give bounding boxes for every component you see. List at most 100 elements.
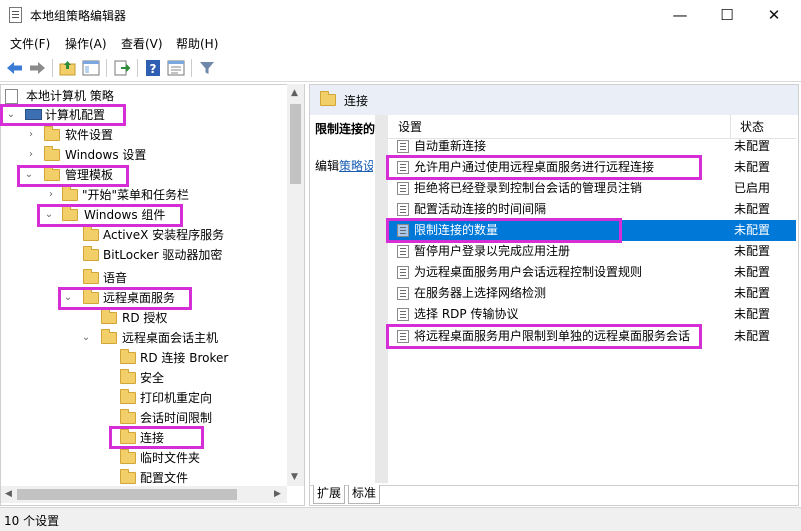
policy-row[interactable]: 配置活动连接的时间间隔 未配置 <box>388 199 796 220</box>
policy-doc-icon <box>5 89 18 104</box>
menu-file[interactable]: 文件(F) <box>10 35 50 52</box>
folder-icon <box>120 369 136 384</box>
highlight-box <box>17 165 129 187</box>
scroll-thumb[interactable] <box>17 489 237 500</box>
policy-row[interactable]: 拒绝将已经登录到控制台会话的管理员注销 已启用 <box>388 178 796 199</box>
chevron-right-icon[interactable]: › <box>25 125 37 145</box>
policy-name: 拒绝将已经登录到控制台会话的管理员注销 <box>414 181 643 195</box>
folder-up-icon[interactable] <box>58 58 78 78</box>
policy-row[interactable]: 自动重新连接 未配置 <box>388 136 796 157</box>
tree-label: 本地计算机 策略 <box>26 89 114 103</box>
highlight-box <box>109 426 204 449</box>
menu-help[interactable]: 帮助(H) <box>176 35 218 52</box>
show-hide-tree-icon[interactable] <box>81 58 101 78</box>
policy-status: 未配置 <box>734 223 771 237</box>
policy-name: 在服务器上选择网络检测 <box>414 286 547 300</box>
policy-status: 未配置 <box>734 244 771 258</box>
view-tabs <box>310 485 798 505</box>
edit-prefix: 编辑 <box>315 159 340 173</box>
folder-icon <box>120 449 136 464</box>
close-button[interactable]: ✕ <box>751 0 797 30</box>
policy-row[interactable]: 选择 RDP 传输协议 未配置 <box>388 304 796 325</box>
toolbar-separator <box>137 59 138 77</box>
status-bar: 10 个设置 <box>0 507 801 531</box>
scroll-left-icon[interactable]: ◀ <box>5 489 12 499</box>
filter-icon[interactable] <box>197 58 217 78</box>
policy-row[interactable]: 暂停用户登录以完成应用注册 未配置 <box>388 241 796 262</box>
chevron-right-icon[interactable]: › <box>45 185 57 205</box>
policy-name: 选择 RDP 传输协议 <box>414 307 519 321</box>
toolbar-separator <box>191 59 192 77</box>
toolbar-separator <box>52 59 53 77</box>
policy-status: 未配置 <box>734 307 771 321</box>
highlight-box <box>37 204 183 227</box>
policy-row[interactable]: 为远程桌面服务用户会话远程控制设置规则 未配置 <box>388 262 796 283</box>
folder-icon <box>101 329 117 344</box>
properties-icon[interactable] <box>166 58 186 78</box>
column-header-status[interactable]: 状态 <box>740 118 764 135</box>
toolbar: ? <box>0 54 801 82</box>
policy-name: 配置活动连接的时间间隔 <box>414 202 547 216</box>
policy-name: 自动重新连接 <box>414 139 487 153</box>
column-header-settings[interactable]: 设置 <box>398 118 422 135</box>
policy-status: 未配置 <box>734 202 771 216</box>
menu-bar: 文件(F) 操作(A) 查看(V) 帮助(H) <box>0 30 801 54</box>
folder-icon <box>44 126 60 141</box>
folder-icon <box>120 469 136 484</box>
menu-view[interactable]: 查看(V) <box>121 35 163 52</box>
policy-setting-icon <box>397 140 409 153</box>
policy-name: 暂停用户登录以完成应用注册 <box>414 244 571 258</box>
chevron-down-icon[interactable]: ⌄ <box>80 328 92 348</box>
export-list-icon[interactable] <box>112 58 132 78</box>
highlight-box <box>58 287 192 310</box>
scroll-right-icon[interactable]: ▶ <box>274 489 281 499</box>
tab-standard[interactable]: 标准 <box>348 485 381 504</box>
tree-label: Windows 设置 <box>65 148 147 162</box>
folder-icon <box>83 226 99 241</box>
policy-name: 为远程桌面服务用户会话远程控制设置规则 <box>414 265 643 279</box>
policy-status: 未配置 <box>734 286 771 300</box>
chevron-right-icon[interactable]: › <box>25 145 37 165</box>
policy-row[interactable]: 在服务器上选择网络检测 未配置 <box>388 283 796 304</box>
tab-extended[interactable]: 扩展 <box>313 485 346 504</box>
help-icon[interactable]: ? <box>143 58 163 78</box>
tree-label: 语音 <box>103 271 128 285</box>
policy-setting-icon <box>397 308 409 321</box>
folder-icon <box>62 186 78 201</box>
tree-label: 临时文件夹 <box>140 451 201 465</box>
svg-text:?: ? <box>150 62 157 76</box>
scroll-down-icon[interactable]: ▼ <box>291 472 298 482</box>
status-text: 10 个设置 <box>4 514 60 528</box>
tree-label: RD 授权 <box>122 311 168 325</box>
policy-setting-icon <box>397 203 409 216</box>
folder-icon <box>120 409 136 424</box>
folder-icon <box>120 389 136 404</box>
forward-icon[interactable] <box>27 58 47 78</box>
tree-label: 配置文件 <box>140 471 189 485</box>
scroll-up-icon[interactable]: ▲ <box>291 88 298 98</box>
menu-action[interactable]: 操作(A) <box>65 35 107 52</box>
folder-icon <box>83 246 99 261</box>
description-title: 限制连接的数量 <box>315 122 375 136</box>
tree-label: "开始"菜单和任务栏 <box>82 188 190 202</box>
tree-label: ActiveX 安装程序服务 <box>103 228 225 242</box>
policy-status: 未配置 <box>734 139 771 153</box>
maximize-button[interactable]: ☐ <box>704 0 750 30</box>
highlight-box <box>0 104 126 126</box>
policy-setting-icon <box>397 245 409 258</box>
title-bar: 本地组策略编辑器 — ☐ ✕ <box>0 0 801 30</box>
folder-icon <box>83 269 99 284</box>
tree-label: 打印机重定向 <box>140 391 213 405</box>
policy-editor-icon <box>9 7 22 23</box>
folder-icon <box>120 349 136 364</box>
back-icon[interactable] <box>5 58 25 78</box>
pane-header-title: 连接 <box>344 94 369 108</box>
scroll-thumb[interactable] <box>290 104 301 184</box>
minimize-button[interactable]: — <box>657 0 703 30</box>
policy-status: 未配置 <box>734 265 771 279</box>
folder-icon <box>44 146 60 161</box>
folder-icon <box>101 309 117 324</box>
policy-settings-link[interactable]: 策略设置 <box>339 159 373 173</box>
pane-header <box>310 85 798 115</box>
policy-setting-icon <box>397 266 409 279</box>
